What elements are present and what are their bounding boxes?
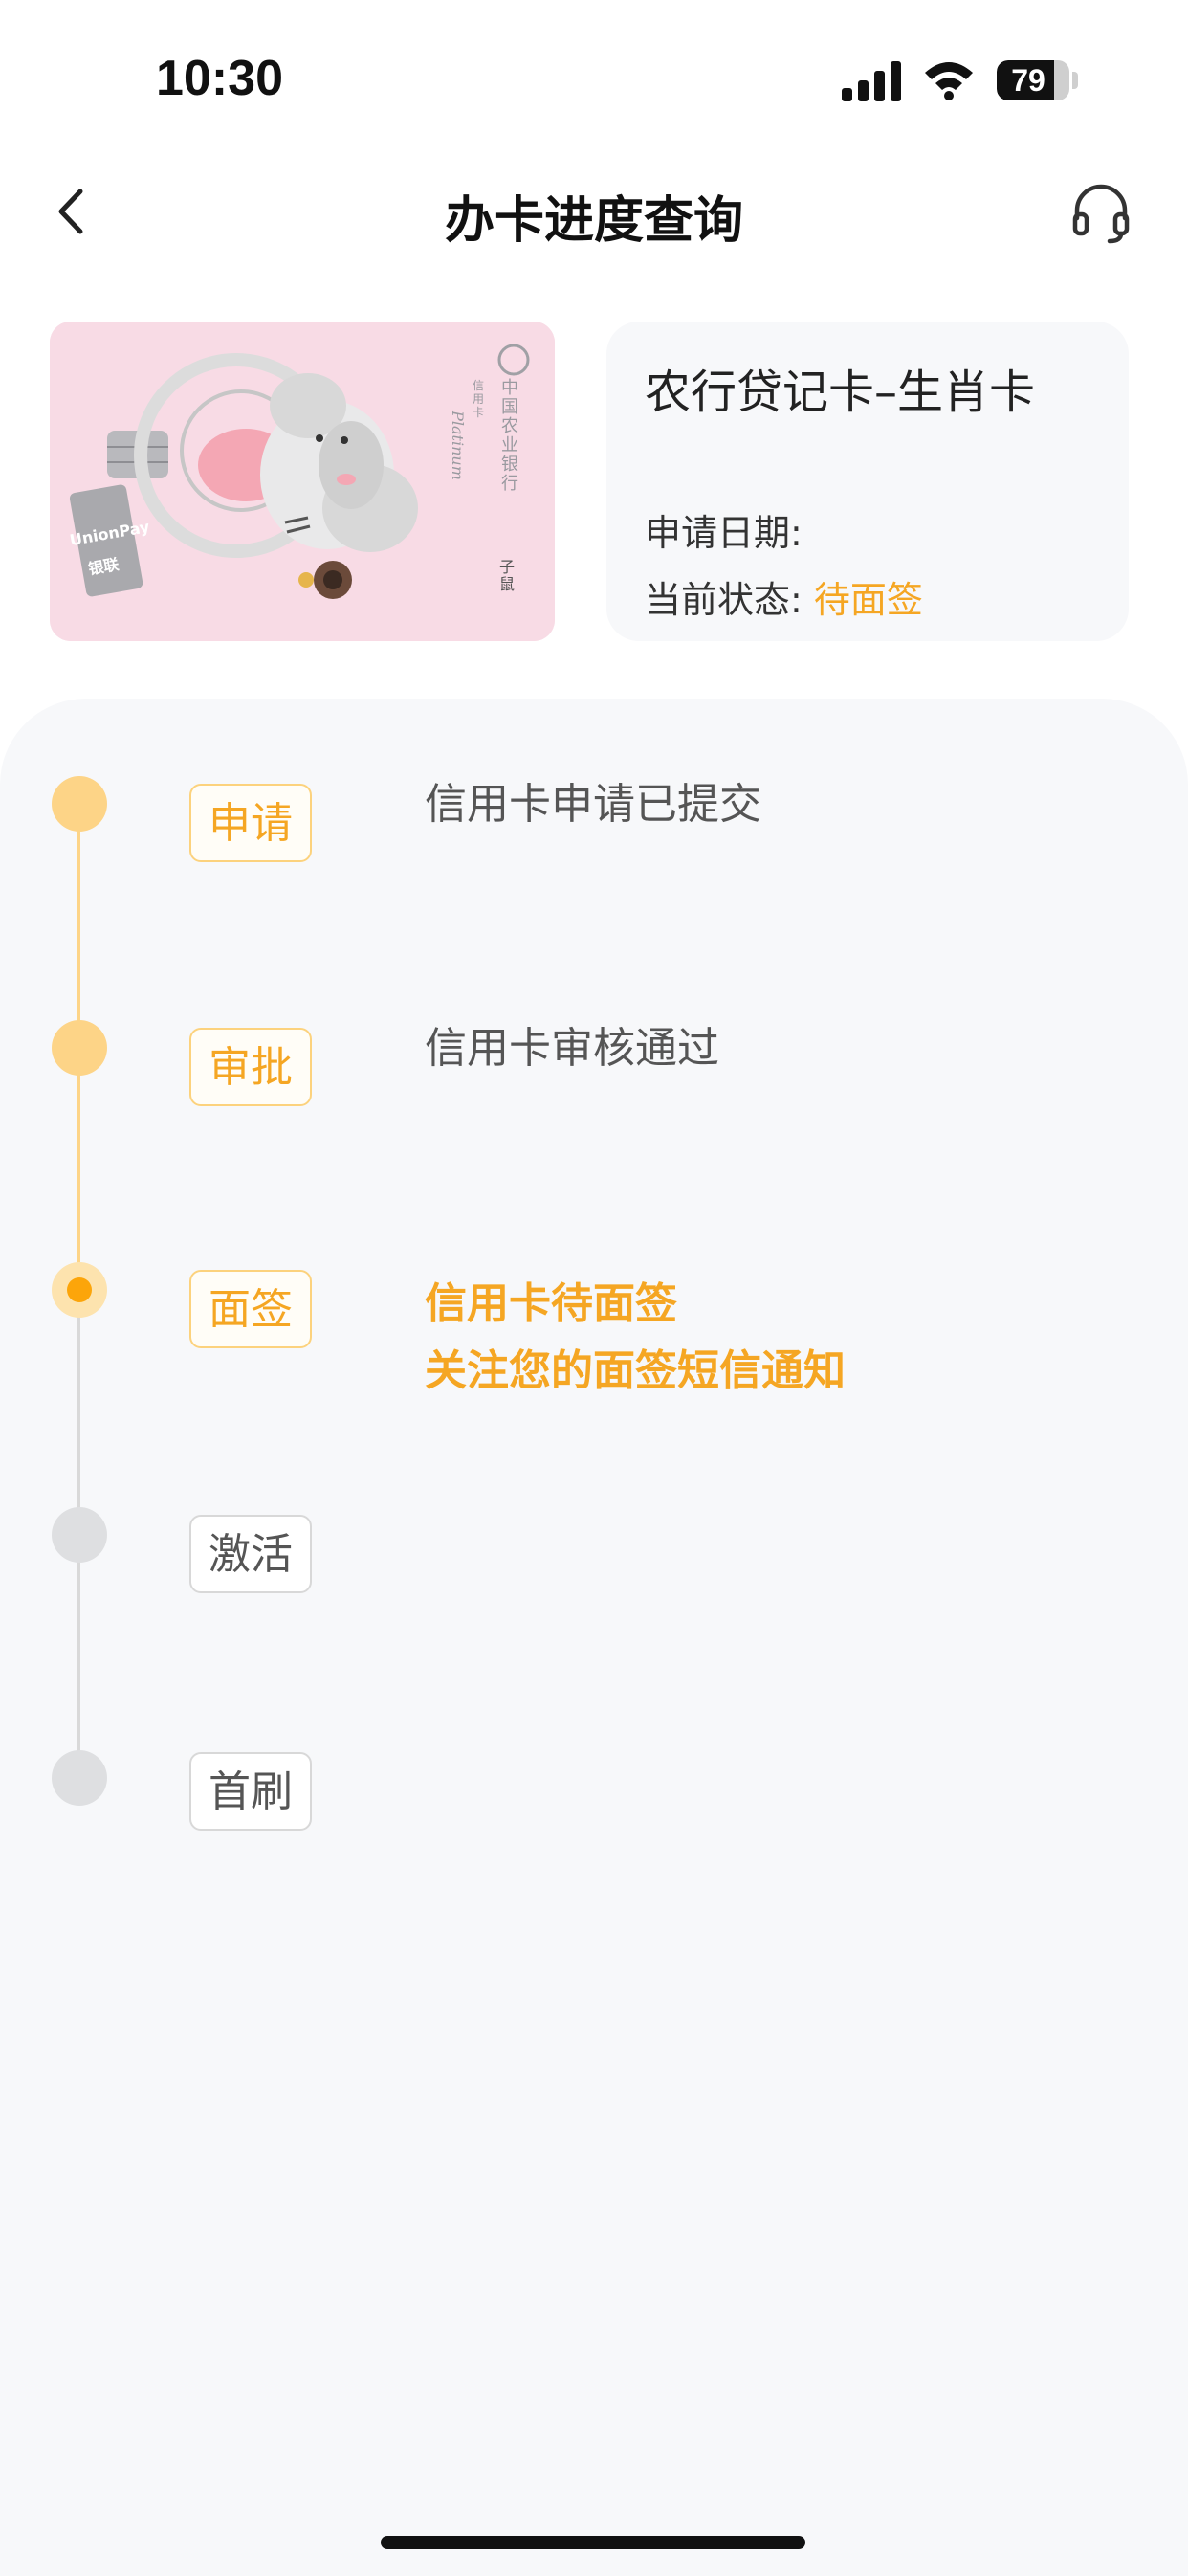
card-name: 农行贷记卡–生肖卡 [645,366,1036,419]
status-time: 10:30 [156,51,283,106]
step-tag: 激活 [189,1515,312,1593]
step-dot-current-core [67,1277,92,1302]
step-description: 信用卡审核通过 [425,1024,719,1073]
unionpay-en-text: UnionPay [68,517,151,550]
step-tag: 首刷 [189,1752,312,1831]
battery-icon: 79 [997,60,1069,100]
wifi-icon [925,62,973,100]
status-value: 待面签 [813,579,923,621]
status-label: 当前状态: [645,579,803,621]
unionpay-text: UnionPay 银联 [65,504,151,581]
step-dot-current [52,1262,107,1318]
credit-card-image: 中国农业银行 信用卡 Platinum 子鼠 UnionPay 银联 [50,322,555,641]
step-description-line-1: 信用卡待面签 [425,1279,677,1328]
page-title: 办卡进度查询 [444,192,743,250]
nav-bar: 办卡进度查询 [0,144,1188,278]
status-bar: 10:30 79 [0,0,1188,144]
apply-date-label: 申请日期: [645,512,803,554]
step-dot-done [52,1020,107,1076]
current-status: 当前状态: 待面签 [645,570,923,623]
step-dot-done [52,776,107,832]
cellular-signal-icon [842,61,903,101]
progress-panel: 申请 信用卡申请已提交 审批 信用卡审核通过 面签 信用卡待面签 关注您的面签短… [0,699,1188,2576]
step-tag: 审批 [189,1028,312,1106]
battery-percent: 79 [1011,63,1045,98]
step-tag: 申请 [189,784,312,862]
card-info-panel: 农行贷记卡–生肖卡 申请日期: 当前状态: 待面签 [606,322,1129,641]
step-dot-pending [52,1750,107,1806]
bank-name-text: 中国农业银行 [501,378,518,494]
headset-icon[interactable] [1067,178,1134,245]
battery-cap [1072,72,1078,89]
zodiac-text: 子鼠 [499,558,516,593]
card-type-text: 信用卡 [473,379,485,419]
card-level-text: Platinum [448,411,467,480]
step-description: 信用卡申请已提交 [425,780,761,829]
step-dot-pending [52,1507,107,1563]
step-description-line-2: 关注您的面签短信通知 [425,1346,846,1395]
step-tag: 面签 [189,1270,312,1348]
home-indicator[interactable] [381,2536,805,2549]
zodiac-mouse-illustration [50,322,555,641]
